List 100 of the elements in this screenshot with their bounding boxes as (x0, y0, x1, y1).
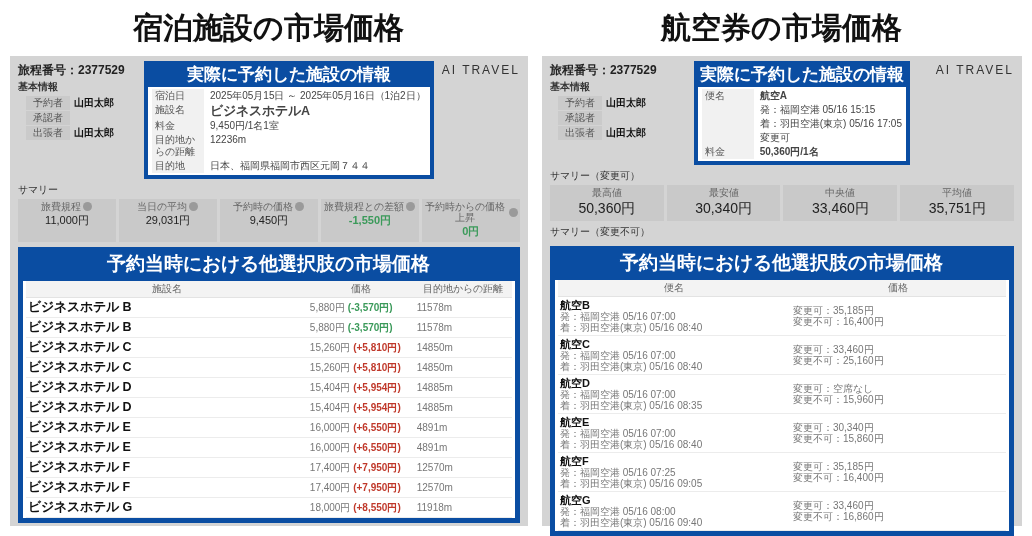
fare: 変更不可：16,400円 (792, 472, 885, 483)
summary-value: -1,550円 (347, 213, 393, 228)
callout-title: 予約当時における他選択肢の市場価格 (106, 251, 432, 276)
price: 5,880円 (309, 301, 345, 313)
flight-name: 航空E (559, 416, 591, 428)
logo: AI TRAVEL (935, 62, 1014, 79)
distance: 11918m (414, 497, 512, 517)
price-difference: (+5,810円) (353, 361, 401, 373)
field-label: 目的地からの距離 (152, 133, 204, 159)
summary-value: 33,460円 (810, 199, 870, 218)
summary-label: 平均値 (942, 187, 973, 198)
departure-info: 発：福岡空港 05/16 07:00 (559, 311, 677, 322)
hotel-name: ビジネスホテル B (26, 317, 308, 337)
field-value: 50,360円/1名 (759, 145, 820, 159)
itinerary-number: 旅程番号：2377529 (549, 62, 658, 79)
section-label: 基本情報 (18, 80, 59, 94)
summary-label: 当日の平均 (137, 201, 188, 212)
field-label: 便名 (701, 89, 754, 145)
field-label: 目的地 (152, 159, 204, 173)
fare: 変更不可：15,860円 (792, 433, 885, 444)
field-value: 9,450円/1名1室 (210, 119, 280, 133)
field-value: 発：福岡空港 05/16 15:15 (759, 103, 877, 117)
departure-info: 発：福岡空港 05/16 07:00 (559, 428, 677, 439)
column-header: 価格 (790, 280, 1006, 297)
hotel-name: ビジネスホテル G (26, 497, 308, 517)
headline: 航空券の市場価格 (659, 10, 904, 46)
fare: 変更可：33,460円 (792, 344, 875, 355)
fare: 変更可：33,460円 (792, 500, 875, 511)
flight-name: 航空D (559, 377, 591, 389)
hotel-name: ビジネスホテル D (26, 397, 308, 417)
fare: 変更不可：16,860円 (792, 511, 885, 522)
hotel-name: ビジネスホテル E (26, 417, 308, 437)
headline: 宿泊施設の市場価格 (132, 10, 406, 46)
price-difference: (+8,550円) (353, 501, 401, 513)
fare: 変更可：35,185円 (792, 461, 875, 472)
price: 15,260円 (309, 341, 351, 353)
summary-label: 旅費規程 (41, 201, 82, 212)
distance: 12570m (414, 477, 512, 497)
arrival-info: 着：羽田空港(東京) 05/16 08:40 (559, 361, 704, 372)
summary-label: 中央値 (825, 187, 856, 198)
field-label: 施設名 (152, 103, 204, 119)
column-header: 目的地からの距離 (414, 280, 512, 297)
arrival-info: 着：羽田空港(東京) 05/16 08:35 (559, 400, 704, 411)
field-value: 着：羽田空港(東京) 05/16 17:05 (759, 117, 902, 131)
field-label: 料金 (152, 119, 204, 133)
summary-label: 予約時からの価格上昇 (424, 201, 507, 223)
field-label: 宿泊日 (152, 89, 204, 103)
field-value: 山田太郎 (73, 126, 115, 140)
field-value: 山田太郎 (73, 96, 115, 110)
price: 17,400円 (309, 461, 351, 473)
section-label: サマリー（変更可） (549, 169, 641, 183)
arrival-info: 着：羽田空港(東京) 05/16 09:05 (559, 478, 704, 489)
distance: 14885m (414, 397, 512, 417)
hotel-name: ビジネスホテル C (26, 337, 308, 357)
hotel-name: ビジネスホテル B (26, 297, 308, 317)
hotel-name: ビジネスホテル F (26, 457, 308, 477)
summary-value: 11,000円 (44, 213, 90, 228)
flight-name: 航空G (559, 494, 592, 506)
fare: 変更可：35,185円 (792, 305, 875, 316)
price-difference: (+5,954円) (353, 401, 401, 413)
distance: 14885m (414, 377, 512, 397)
departure-info: 発：福岡空港 05/16 07:00 (559, 350, 677, 361)
flight-name: 航空C (559, 338, 591, 350)
fare: 変更不可：25,160円 (792, 355, 885, 366)
fare: 変更不可：15,960円 (792, 394, 885, 405)
price-difference: (+6,550円) (353, 441, 401, 453)
summary-value: 0円 (461, 224, 481, 239)
field-value: 航空A (759, 89, 788, 103)
arrival-info: 着：羽田空港(東京) 05/16 08:40 (559, 322, 704, 333)
field-value: 日本、福岡県福岡市西区元岡７４４ (210, 159, 371, 173)
summary-value: 35,751円 (927, 199, 987, 218)
distance: 14850m (414, 337, 512, 357)
field-value: 12236m (210, 133, 248, 147)
summary-label: 最安値 (708, 187, 739, 198)
price-difference: (+5,954円) (353, 381, 401, 393)
field-value: 変更可 (759, 131, 791, 145)
flight-name: 航空F (559, 455, 590, 467)
summary-label: 最高値 (591, 187, 622, 198)
summary-label: 旅費規程との差額 (324, 201, 405, 212)
price-difference: (-3,570円) (347, 321, 393, 333)
section-label: 基本情報 (549, 80, 591, 94)
callout-title: 実際に予約した施設の情報 (185, 64, 392, 86)
section-label: サマリー (18, 183, 59, 197)
price: 15,404円 (309, 401, 351, 413)
distance: 12570m (414, 457, 512, 477)
arrival-info: 着：羽田空港(東京) 05/16 09:40 (559, 517, 704, 528)
summary-value: 50,360円 (577, 199, 637, 218)
summary-value: 9,450円 (248, 213, 290, 228)
price: 15,260円 (309, 361, 351, 373)
field-label: 出張者 (26, 126, 70, 140)
departure-info: 発：福岡空港 05/16 07:00 (559, 389, 677, 400)
field-label: 料金 (701, 145, 754, 159)
hotel-name: ビジネスホテル F (26, 477, 308, 497)
price: 16,000円 (309, 421, 351, 433)
distance: 14850m (414, 357, 512, 377)
departure-info: 発：福岡空港 05/16 07:25 (559, 467, 677, 478)
field-label: 予約者 (26, 96, 70, 110)
price-difference: (+6,550円) (353, 421, 401, 433)
price-difference: (+7,950円) (353, 461, 401, 473)
distance: 11578m (414, 317, 512, 337)
